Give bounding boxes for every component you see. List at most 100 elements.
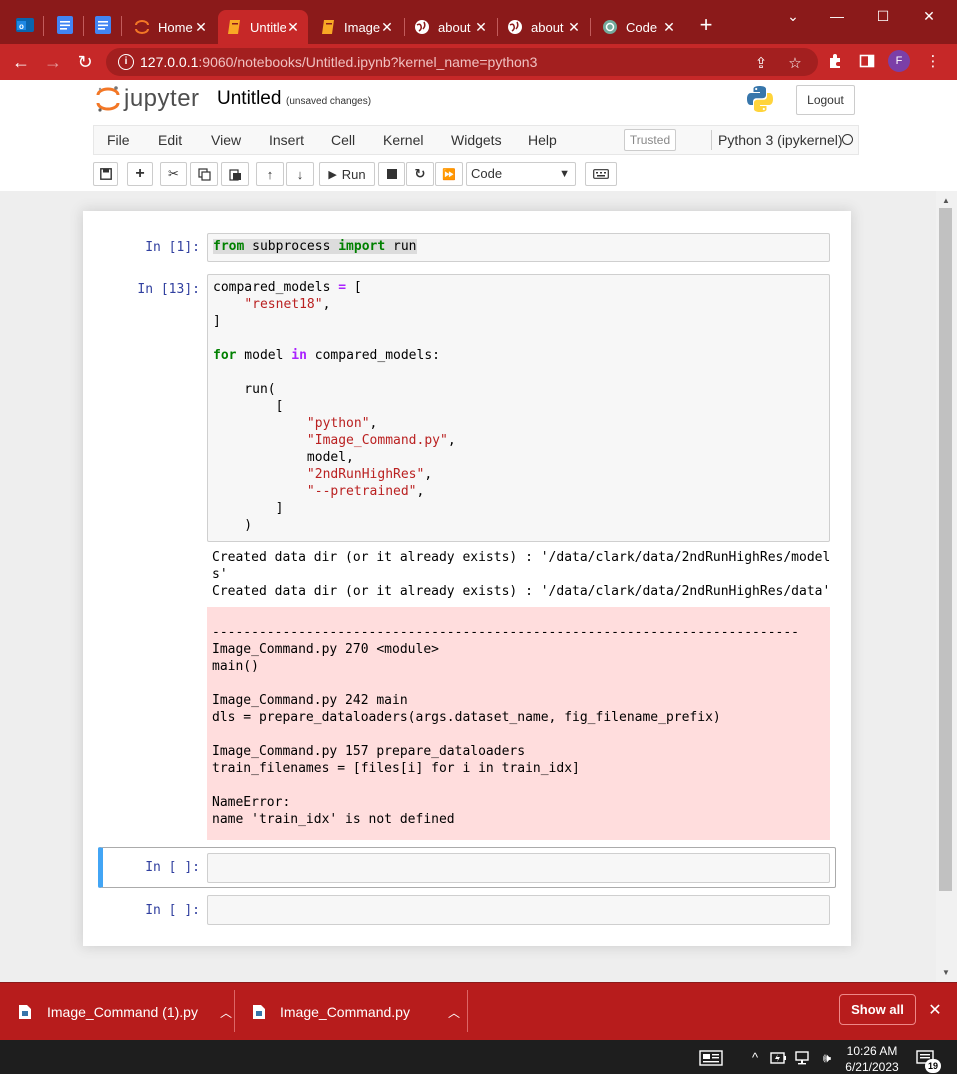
site-info-icon[interactable]: i xyxy=(118,54,134,70)
back-button[interactable]: ← xyxy=(8,50,34,74)
save-button[interactable] xyxy=(93,162,118,186)
menu-help[interactable]: Help xyxy=(528,132,557,148)
cut-button[interactable]: ✂ xyxy=(160,162,187,186)
code-cell-input[interactable] xyxy=(207,895,830,925)
close-tab-icon[interactable]: ✕ xyxy=(474,19,488,36)
close-window-button[interactable]: ✕ xyxy=(914,4,944,28)
trusted-indicator[interactable]: Trusted xyxy=(624,129,676,151)
restart-run-all-button[interactable]: ⏩ xyxy=(435,162,463,186)
volume-icon[interactable]: 🕪 xyxy=(816,1050,838,1066)
notebook-icon xyxy=(320,19,336,35)
restart-button[interactable]: ↻ xyxy=(406,162,434,186)
insert-cell-button[interactable]: + xyxy=(127,162,153,186)
menu-cell[interactable]: Cell xyxy=(331,132,355,148)
code-cell-input[interactable] xyxy=(207,853,830,883)
tab-search-icon[interactable]: ⌄ xyxy=(778,4,808,28)
menu-file[interactable]: File xyxy=(107,132,130,148)
menu-kernel[interactable]: Kernel xyxy=(383,132,423,148)
scroll-up-arrow[interactable]: ▲ xyxy=(940,196,952,206)
browser-tab-image[interactable]: Image ✕ xyxy=(312,10,402,44)
clock-time: 10:26 AM xyxy=(846,1044,898,1058)
interrupt-button[interactable] xyxy=(378,162,405,186)
docs-pinned-tab-1[interactable] xyxy=(52,12,78,38)
code-editor[interactable]: compared_models = [ "resnet18", ] for mo… xyxy=(208,275,829,538)
menu-view[interactable]: View xyxy=(211,132,241,148)
menu-edit[interactable]: Edit xyxy=(158,132,182,148)
minimize-button[interactable]: — xyxy=(822,4,852,28)
browser-tab-untitled[interactable]: Untitled ✕ xyxy=(218,10,308,44)
scroll-down-arrow[interactable]: ▼ xyxy=(940,968,952,978)
globe-icon xyxy=(414,19,430,35)
arrow-down-icon: ↓ xyxy=(296,166,304,182)
taskbar-clock[interactable]: 10:26 AM 6/21/2023 xyxy=(840,1043,904,1074)
notebook-name[interactable]: Untitled xyxy=(217,88,281,110)
download-item[interactable]: Image_Command (1).py ︿ xyxy=(18,992,232,1032)
logout-button[interactable]: Logout xyxy=(796,85,855,115)
run-label: Run xyxy=(341,166,366,182)
power-icon[interactable] xyxy=(768,1050,790,1066)
news-widget-icon[interactable] xyxy=(698,1050,724,1066)
close-tab-icon[interactable]: ✕ xyxy=(662,19,676,36)
kernel-name[interactable]: Python 3 (ipykernel) xyxy=(718,132,843,148)
extensions-icon[interactable] xyxy=(824,50,846,72)
command-palette-button[interactable] xyxy=(585,162,617,186)
menu-insert[interactable]: Insert xyxy=(269,132,304,148)
outlook-pinned-tab[interactable]: o xyxy=(12,12,38,38)
cell-prompt: In [13]: xyxy=(137,282,200,297)
close-tab-icon[interactable]: ✕ xyxy=(286,19,300,36)
code-editor[interactable] xyxy=(208,854,829,862)
close-tab-icon[interactable]: ✕ xyxy=(380,19,394,36)
network-icon[interactable] xyxy=(792,1050,814,1066)
chrome-menu-icon[interactable]: ⋮ xyxy=(922,50,944,72)
forward-button[interactable]: → xyxy=(40,50,66,74)
code-cell-input[interactable]: compared_models = [ "resnet18", ] for mo… xyxy=(207,274,830,542)
close-shelf-icon[interactable]: ✕ xyxy=(927,1000,943,1019)
pinned-separator xyxy=(121,16,122,36)
pinned-separator xyxy=(43,16,44,36)
address-bar[interactable]: i 127.0.0.1:9060/notebooks/Untitled.ipyn… xyxy=(106,48,818,76)
move-down-button[interactable]: ↓ xyxy=(286,162,314,186)
bookmark-star-icon[interactable]: ☆ xyxy=(786,54,804,72)
run-button[interactable]: ▶ Run xyxy=(319,162,375,186)
jupyter-icon xyxy=(134,19,150,35)
browser-tab-about-1[interactable]: about ✕ xyxy=(406,10,496,44)
tab-title: about xyxy=(531,19,564,35)
kernel-idle-indicator xyxy=(842,134,853,145)
save-status: (unsaved changes) xyxy=(286,96,372,107)
move-up-button[interactable]: ↑ xyxy=(256,162,284,186)
show-all-downloads-button[interactable]: Show all xyxy=(839,994,916,1025)
paste-button[interactable] xyxy=(221,162,249,186)
tray-overflow-icon[interactable]: ^ xyxy=(746,1050,764,1065)
code-editor[interactable] xyxy=(208,896,829,904)
browser-tab-code[interactable]: Code ✕ xyxy=(594,10,684,44)
tab-divider xyxy=(590,18,591,36)
browser-tab-home[interactable]: Home ✕ xyxy=(126,10,216,44)
tab-title: Home xyxy=(158,19,193,35)
new-tab-button[interactable]: + xyxy=(694,14,718,38)
download-item[interactable]: Image_Command.py ︿ xyxy=(252,992,460,1032)
jupyter-logo[interactable]: jupyter xyxy=(96,84,200,114)
reload-button[interactable]: ↻ xyxy=(72,50,98,74)
menu-widgets[interactable]: Widgets xyxy=(451,132,502,148)
side-panel-icon[interactable] xyxy=(856,50,878,72)
maximize-button[interactable]: ☐ xyxy=(868,4,898,28)
copy-button[interactable] xyxy=(190,162,218,186)
copy-icon xyxy=(197,167,211,181)
share-icon[interactable]: ⇪ xyxy=(752,54,770,72)
cell-type-select[interactable]: Code ▼ xyxy=(466,162,576,186)
close-tab-icon[interactable]: ✕ xyxy=(194,19,208,36)
cell-prompt: In [ ]: xyxy=(145,903,200,918)
docs-pinned-tab-2[interactable] xyxy=(90,12,116,38)
browser-tab-about-2[interactable]: about ✕ xyxy=(499,10,589,44)
chevron-up-icon[interactable]: ︿ xyxy=(220,1004,232,1021)
python-logo-icon xyxy=(745,84,775,114)
close-tab-icon[interactable]: ✕ xyxy=(567,19,581,36)
scrollbar-thumb[interactable] xyxy=(939,208,952,891)
svg-text:o: o xyxy=(19,22,24,31)
python-file-icon xyxy=(19,1005,31,1019)
docs-icon xyxy=(95,16,111,34)
chevron-up-icon[interactable]: ︿ xyxy=(448,1004,460,1021)
code-editor[interactable]: from subprocess import run xyxy=(208,234,829,259)
code-cell-input[interactable]: from subprocess import run xyxy=(207,233,830,262)
profile-avatar[interactable]: F xyxy=(888,50,910,72)
